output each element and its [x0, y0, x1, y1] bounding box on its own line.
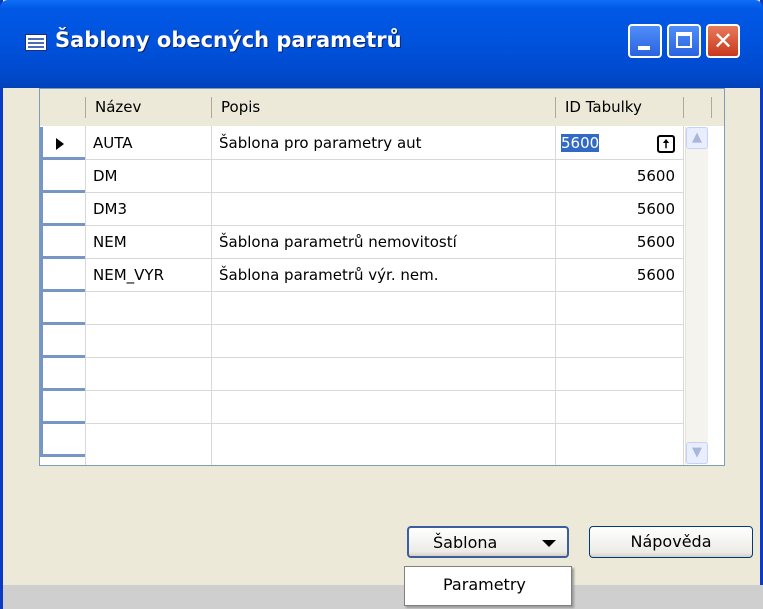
scroll-up-button[interactable]: ▲	[686, 127, 708, 149]
title-bar[interactable]: Šablony obecných parametrů ✕	[0, 0, 763, 88]
grid-line	[85, 192, 683, 193]
grid-line	[85, 390, 683, 391]
help-button[interactable]: Nápověda	[589, 526, 753, 558]
table-row[interactable]: DM 5600	[40, 160, 724, 193]
grid-line	[85, 225, 683, 226]
cell-name[interactable]: DM	[85, 160, 211, 193]
window-title: Šablony obecných parametrů	[55, 28, 402, 52]
window: Šablony obecných parametrů ✕ Název Popis…	[0, 0, 763, 609]
dropdown-arrow-icon	[542, 540, 556, 547]
cell-id[interactable]: 5600	[555, 160, 683, 193]
cell-id[interactable]: 5600	[555, 127, 645, 160]
maximize-button[interactable]	[667, 24, 701, 58]
cell-desc[interactable]: Šablona parametrů nemovitostí	[211, 226, 555, 259]
row-selector[interactable]	[40, 358, 85, 391]
header-separator	[711, 97, 712, 118]
minimize-button[interactable]	[628, 24, 662, 58]
row-selector[interactable]	[40, 160, 85, 193]
vertical-scrollbar[interactable]: ▲ ▼	[685, 127, 708, 464]
table-row[interactable]: AUTA Šablona pro parametry aut 5600	[40, 127, 724, 160]
grid-line	[85, 291, 683, 292]
cell-name[interactable]: AUTA	[85, 127, 211, 160]
sablona-button-label: Šablona	[433, 533, 498, 552]
table-row[interactable]	[40, 391, 724, 424]
cell-name[interactable]: NEM	[85, 226, 211, 259]
maximize-icon	[676, 32, 692, 48]
header-separator	[683, 97, 684, 118]
cell-name[interactable]: NEM_VYR	[85, 259, 211, 292]
cell-id[interactable]: 5600	[555, 259, 683, 292]
table-row[interactable]	[40, 424, 724, 457]
row-selector[interactable]	[40, 226, 85, 259]
cell-name[interactable]: DM3	[85, 193, 211, 226]
scroll-down-button[interactable]: ▼	[686, 442, 708, 464]
column-header-id[interactable]: ID Tabulky	[555, 89, 685, 126]
table-icon	[25, 34, 47, 51]
sablona-menu: Parametry	[404, 566, 572, 606]
cell-desc[interactable]	[211, 160, 555, 193]
minimize-icon	[638, 46, 650, 50]
table-row[interactable]: NEM Šablona parametrů nemovitostí 5600	[40, 226, 724, 259]
grid-line	[85, 423, 683, 424]
close-button[interactable]: ✕	[706, 24, 740, 58]
table-row[interactable]: NEM_VYR Šablona parametrů výr. nem. 5600	[40, 259, 724, 292]
grid-line	[85, 324, 683, 325]
cell-desc[interactable]: Šablona parametrů výr. nem.	[211, 259, 555, 292]
table-row[interactable]	[40, 292, 724, 325]
cell-id-value: 5600	[561, 134, 600, 152]
row-selector[interactable]	[40, 424, 85, 457]
grid-line	[85, 357, 683, 358]
grid-header: Název Popis ID Tabulky	[40, 89, 724, 126]
column-header-name[interactable]: Název	[85, 89, 211, 126]
column-header-desc[interactable]: Popis	[211, 89, 583, 126]
table-row[interactable]	[40, 325, 724, 358]
bottom-strip	[3, 585, 763, 609]
menu-item-parametry[interactable]: Parametry	[443, 575, 526, 594]
row-selector[interactable]	[40, 127, 85, 160]
cell-desc[interactable]: Šablona pro parametry aut	[211, 127, 555, 160]
row-selector[interactable]	[40, 259, 85, 292]
grid-line	[85, 159, 683, 160]
lookup-arrow-icon[interactable]: 🠅	[657, 135, 675, 153]
grid-line	[85, 258, 683, 259]
sablona-dropdown-button[interactable]: Šablona	[407, 526, 569, 558]
row-selector[interactable]	[40, 391, 85, 424]
table-row[interactable]: DM3 5600	[40, 193, 724, 226]
cell-id[interactable]: 5600	[555, 193, 683, 226]
cell-desc[interactable]	[211, 193, 555, 226]
close-icon: ✕	[712, 27, 734, 55]
row-selector[interactable]	[40, 325, 85, 358]
table-row[interactable]	[40, 358, 724, 391]
row-selector[interactable]	[40, 193, 85, 226]
current-row-icon	[56, 138, 64, 150]
cell-id[interactable]: 5600	[555, 226, 683, 259]
data-grid[interactable]: Název Popis ID Tabulky AUTA Šablona pro …	[39, 88, 725, 466]
row-selector[interactable]	[40, 292, 85, 325]
